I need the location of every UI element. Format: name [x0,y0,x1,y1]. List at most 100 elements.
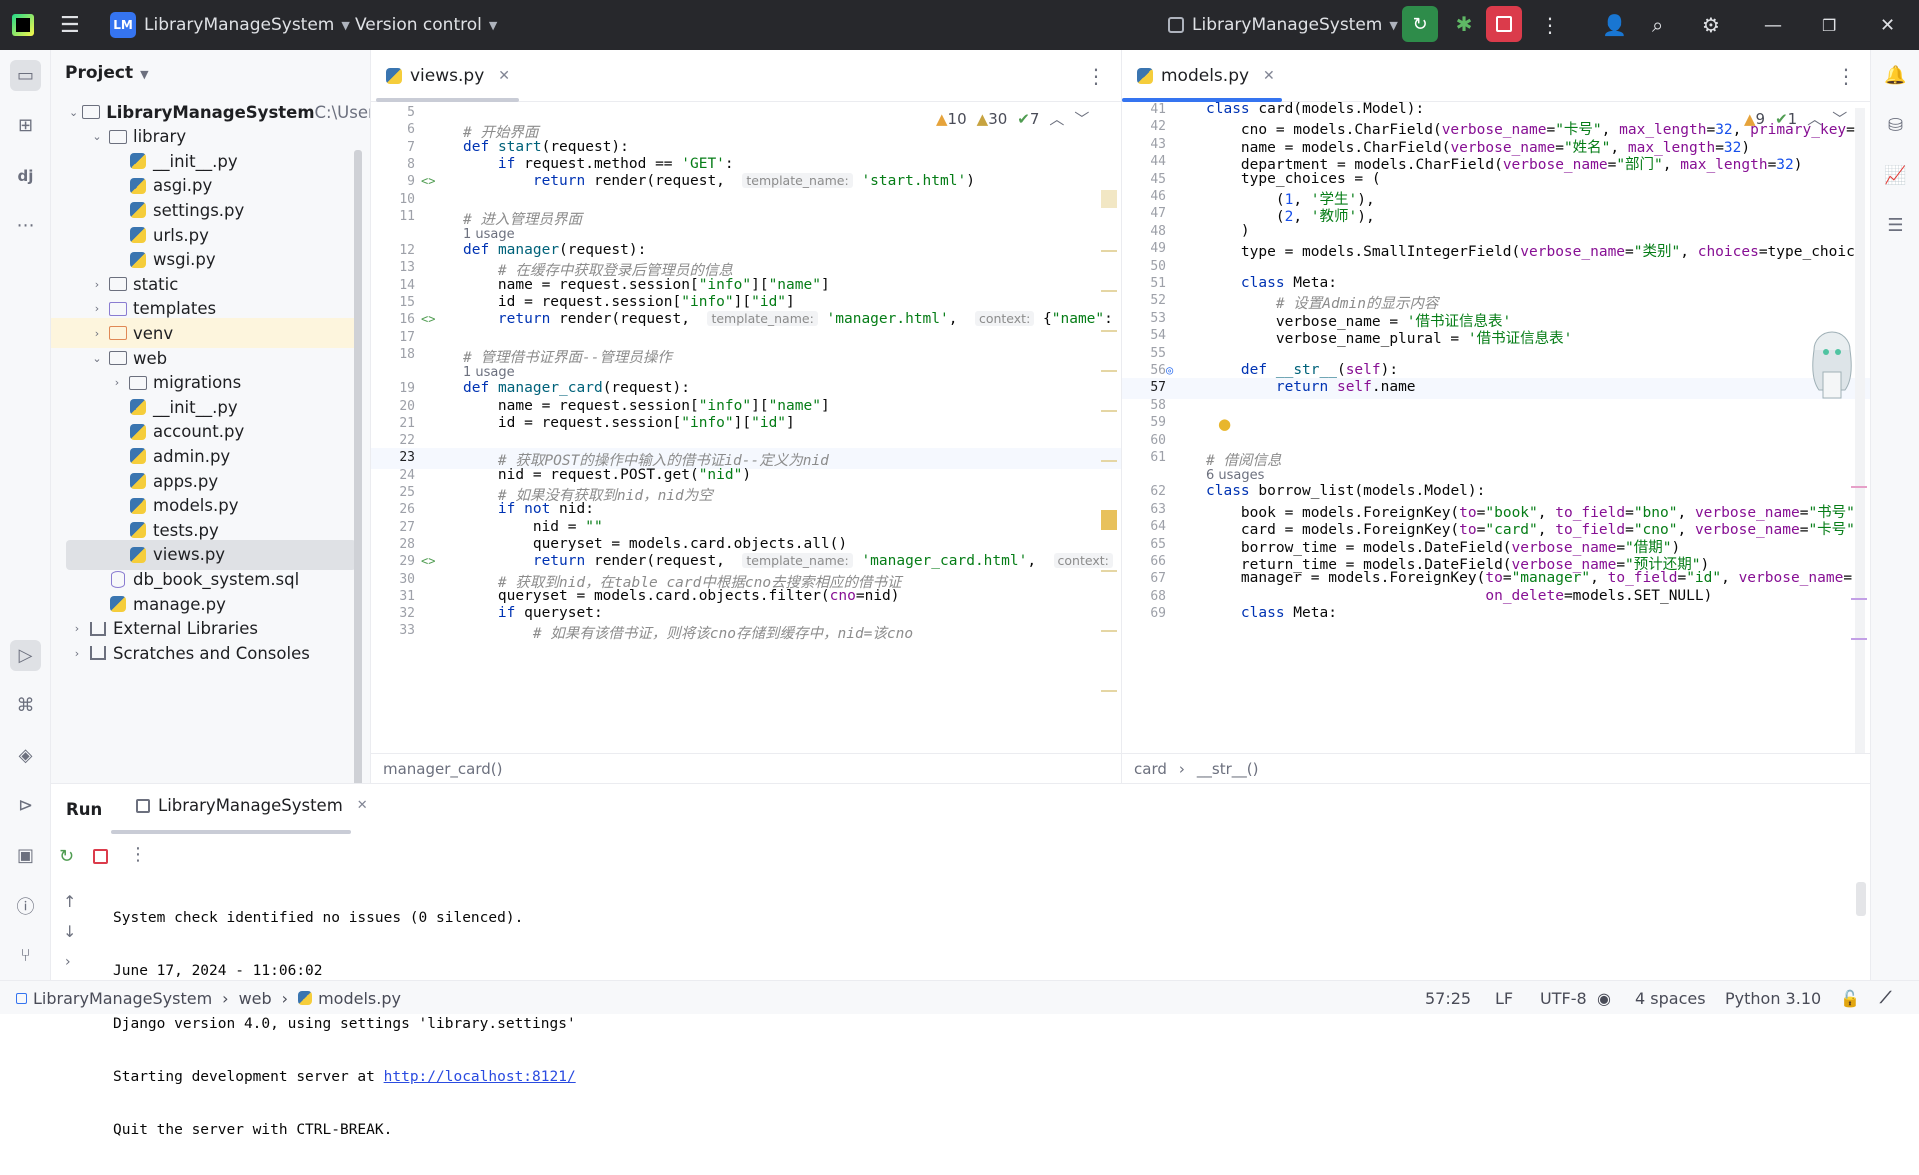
chevron-right-icon[interactable]: › [89,327,105,340]
line-number[interactable]: 69 [1122,606,1166,621]
close-tab-icon[interactable]: ✕ [498,68,510,84]
line-number[interactable]: 53 [1122,311,1166,326]
line-number[interactable]: 64 [1122,519,1166,534]
git-icon[interactable]: ⑂ [10,940,41,971]
line-number[interactable]: 6 [371,122,415,137]
line-number[interactable]: 65 [1122,537,1166,552]
override-icon[interactable]: ◎ [1166,363,1173,377]
line-number[interactable]: 42 [1122,119,1166,134]
usages-hint[interactable]: 1 usage [463,365,515,380]
project-switcher[interactable]: LM LibraryManageSystem ▼ [110,0,350,50]
prev-highlight-icon[interactable]: ︿ [1049,108,1064,129]
stop-icon[interactable] [93,849,108,864]
line-number[interactable]: 44 [1122,154,1166,169]
line-number[interactable]: 11 [371,209,415,224]
line-number[interactable]: 19 [371,381,415,396]
database-icon[interactable]: ⛁ [1880,110,1911,141]
error-stripe[interactable] [1101,130,1117,730]
scroll-down-icon[interactable]: ↓ [63,922,76,941]
line-number[interactable]: 20 [371,399,415,414]
run-config-tab[interactable]: LibraryManageSystem ✕ [136,796,368,815]
main-menu-icon[interactable]: ☰ [60,0,80,50]
intention-bulb-icon[interactable]: ● [1218,415,1231,433]
python-packages-icon[interactable]: dj [10,160,41,191]
python-console-icon[interactable]: ⌘ [10,690,41,721]
breadcrumb-function[interactable]: manager_card() [383,760,503,778]
layers-icon[interactable]: ◈ [10,740,41,771]
line-number[interactable]: 62 [1122,484,1166,499]
app-logo[interactable] [12,0,34,50]
file-encoding[interactable]: UTF-8 [1540,981,1587,1015]
line-number[interactable]: 58 [1122,398,1166,413]
terminal-icon[interactable]: ▣ [10,840,41,871]
line-number[interactable]: 16 [371,312,415,327]
server-url-link[interactable]: http://localhost:8121/ [384,1069,576,1085]
indent-setting[interactable]: 4 spaces [1635,981,1706,1015]
line-number[interactable]: 54 [1122,328,1166,343]
line-number[interactable]: 63 [1122,502,1166,517]
line-number[interactable]: 9 [371,174,415,189]
template-link-icon[interactable]: <> [421,554,435,568]
search-icon[interactable]: ⌕ [1652,0,1663,50]
line-number[interactable]: 52 [1122,293,1166,308]
lock-icon[interactable]: 🔓 [1840,981,1860,1015]
line-separator[interactable]: LF [1495,981,1513,1015]
line-number[interactable]: 29 [371,554,415,569]
outline-icon[interactable]: ☰ [1880,210,1911,241]
minimize-icon[interactable]: — [1764,0,1782,50]
line-number[interactable]: 32 [371,606,415,621]
python-interpreter[interactable]: Python 3.10 [1725,981,1821,1015]
chevron-right-icon[interactable]: › [89,302,105,315]
more-tools-icon[interactable]: ⋯ [10,210,41,241]
tab-more-icon[interactable]: ⋮ [1086,50,1106,102]
breadcrumb-method[interactable]: __str__() [1197,760,1259,778]
close-tab-icon[interactable]: ✕ [357,798,368,813]
status-crumb-project[interactable]: LibraryManageSystem [33,989,212,1008]
tab-views-py[interactable]: views.py ✕ [386,50,510,102]
tree-item[interactable]: › Scratches and Consoles [51,638,361,668]
structure-tool-icon[interactable]: ⊞ [10,110,41,141]
line-number[interactable]: 12 [371,243,415,258]
console-output[interactable]: System check identified no issues (0 sil… [113,878,576,1175]
chevron-down-icon[interactable]: ⌄ [69,106,78,119]
caret-position[interactable]: 57:25 [1425,981,1471,1015]
line-number[interactable]: 45 [1122,172,1166,187]
run-tab-title[interactable]: Run [66,800,102,819]
line-number[interactable]: 15 [371,295,415,310]
run-config-select[interactable]: LibraryManageSystem ▼ [1168,0,1398,50]
line-number[interactable]: 43 [1122,137,1166,152]
line-number[interactable]: 51 [1122,276,1166,291]
line-number[interactable]: 25 [371,485,415,500]
chevron-down-icon[interactable]: ⌄ [89,130,105,143]
line-number[interactable]: 60 [1122,433,1166,448]
line-number[interactable]: 5 [371,105,415,120]
line-number[interactable]: 7 [371,140,415,155]
line-number[interactable]: 8 [371,157,415,172]
rerun-icon[interactable]: ↻ [59,846,74,867]
project-panel-title[interactable]: Project ▼ [65,63,149,83]
chevron-right-icon[interactable]: › [69,647,85,660]
line-number[interactable]: 61 [1122,450,1166,465]
console-scrollbar[interactable] [1856,882,1866,916]
line-number[interactable]: 57 [1122,380,1166,395]
problems-icon[interactable]: ⓘ [10,890,41,921]
line-number[interactable]: 28 [371,537,415,552]
usages-hint[interactable]: 6 usages [1206,468,1264,483]
run-tool-icon[interactable]: ▷ [10,640,41,671]
line-number[interactable]: 59 [1122,415,1166,430]
expand-icon[interactable]: › [65,954,71,970]
notifications-icon[interactable]: 🔔 [1880,60,1911,91]
maximize-icon[interactable]: ❐ [1822,0,1836,50]
status-crumb-file[interactable]: models.py [318,989,401,1008]
line-number[interactable]: 21 [371,416,415,431]
rerun-button[interactable]: ↻ [1402,6,1438,42]
line-number[interactable]: 67 [1122,571,1166,586]
close-icon[interactable]: ✕ [1880,0,1895,50]
readonly-eye-icon[interactable]: ◉ [1597,981,1611,1015]
line-number[interactable]: 50 [1122,259,1166,274]
chevron-right-icon[interactable]: › [89,278,105,291]
vcs-menu[interactable]: Version control ▼ [355,0,497,50]
more-options-icon[interactable]: ⋮ [129,844,147,865]
line-number[interactable]: 41 [1122,102,1166,117]
services-icon[interactable]: ⊳ [10,790,41,821]
